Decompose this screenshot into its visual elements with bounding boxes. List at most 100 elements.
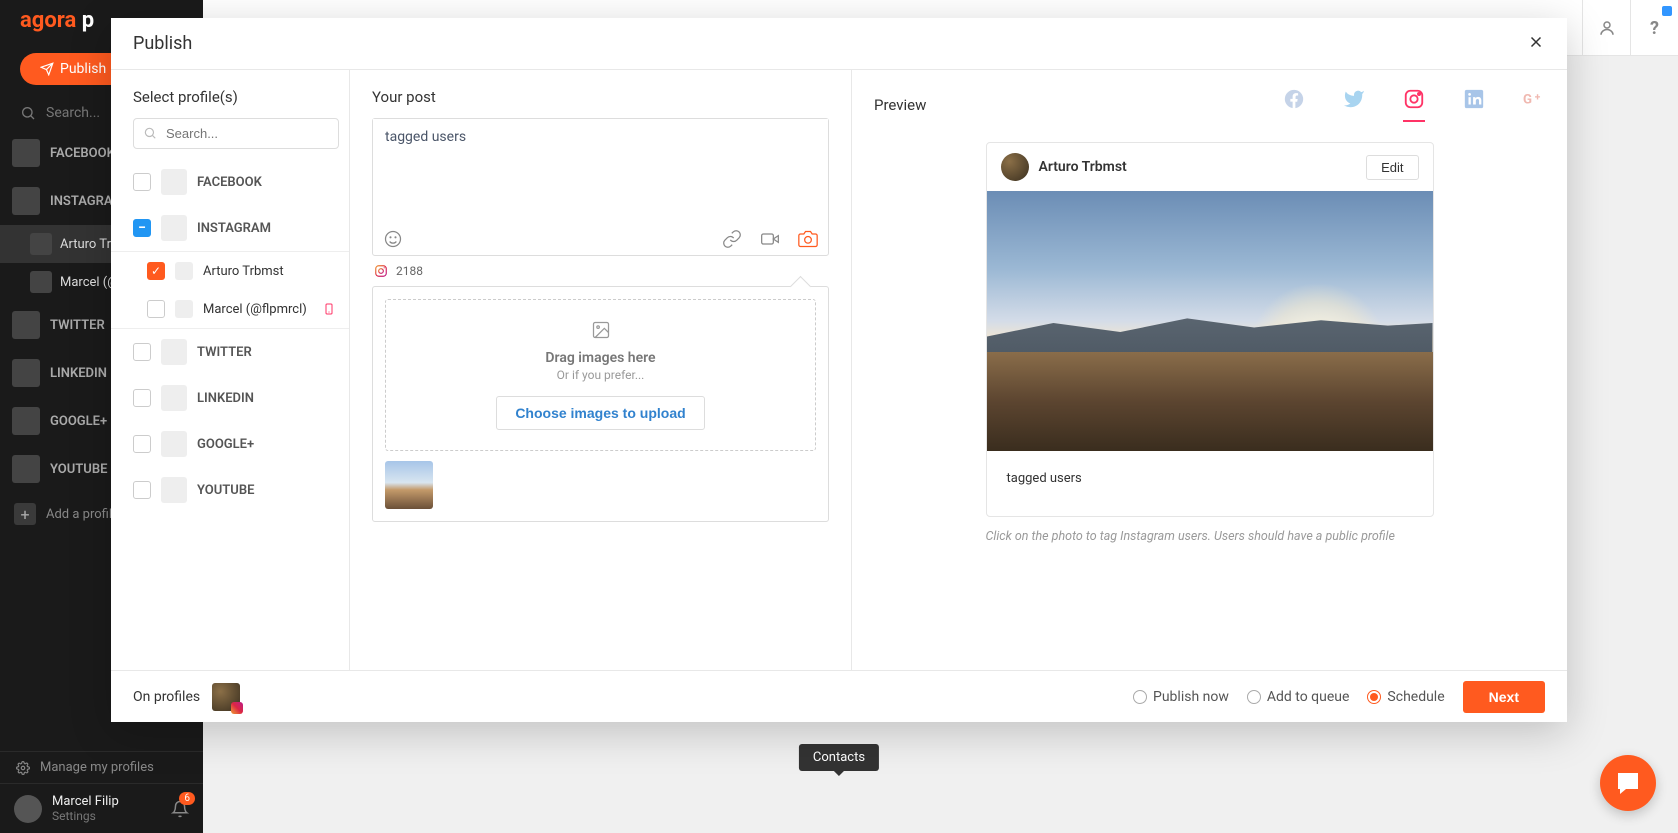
user-info: Marcel Filip Settings bbox=[52, 794, 119, 823]
dropzone[interactable]: Drag images here Or if you prefer... Cho… bbox=[385, 299, 816, 451]
network-icon bbox=[161, 385, 187, 411]
profile-group-linkedin[interactable]: LINKEDIN bbox=[133, 375, 339, 421]
post-textarea[interactable] bbox=[373, 119, 828, 219]
network-avatar bbox=[12, 407, 40, 435]
help-icon: ? bbox=[1650, 18, 1659, 39]
media-panel: Drag images here Or if you prefer... Cho… bbox=[372, 286, 829, 522]
profile-marcel[interactable]: Marcel (@flpmrcl) bbox=[133, 290, 339, 328]
account-menu[interactable] bbox=[1582, 0, 1630, 56]
close-button[interactable] bbox=[1527, 32, 1545, 56]
send-icon bbox=[40, 62, 54, 76]
logo-text-a: agora bbox=[20, 8, 76, 33]
camera-icon[interactable] bbox=[798, 229, 818, 249]
profile-group-instagram[interactable]: INSTAGRAM bbox=[133, 205, 339, 251]
profile-group-label: TWITTER bbox=[197, 345, 252, 360]
svg-text:G: G bbox=[1523, 92, 1532, 107]
logo-text-b: p bbox=[76, 8, 94, 33]
preview-column: Preview G+ Arturo Trbmst Edit bbox=[852, 70, 1567, 670]
edit-button[interactable]: Edit bbox=[1366, 155, 1418, 180]
preview-tab-googleplus[interactable]: G+ bbox=[1523, 88, 1545, 122]
preview-tab-linkedin[interactable] bbox=[1463, 88, 1485, 122]
preview-image[interactable] bbox=[987, 191, 1433, 451]
radio-checked[interactable] bbox=[1367, 690, 1381, 704]
next-button[interactable]: Next bbox=[1463, 681, 1545, 713]
preview-tab-instagram[interactable] bbox=[1403, 88, 1425, 122]
radio[interactable] bbox=[1247, 690, 1261, 704]
instagram-icon bbox=[1403, 88, 1425, 110]
checkbox[interactable] bbox=[133, 435, 151, 453]
checkbox[interactable] bbox=[133, 481, 151, 499]
notifications-button[interactable]: 6 bbox=[171, 800, 189, 818]
profile-group-label: INSTAGRAM bbox=[197, 221, 271, 236]
char-count: 2188 bbox=[396, 264, 423, 278]
on-profiles: On profiles bbox=[133, 683, 240, 711]
profile-arturo[interactable]: Arturo Trbmst bbox=[133, 252, 339, 290]
current-user-avatar bbox=[14, 795, 42, 823]
sidebar-item-label: YOUTUBE bbox=[50, 462, 107, 477]
help-menu[interactable]: ? bbox=[1630, 0, 1678, 56]
chat-launcher[interactable] bbox=[1600, 755, 1656, 811]
option-label: Add to queue bbox=[1267, 689, 1350, 705]
selected-profile-avatar[interactable] bbox=[212, 683, 240, 711]
checkbox[interactable] bbox=[133, 389, 151, 407]
radio[interactable] bbox=[1133, 690, 1147, 704]
profile-search-input[interactable] bbox=[133, 118, 339, 149]
user-account-row[interactable]: Marcel Filip Settings 6 bbox=[0, 783, 203, 833]
profile-group-googleplus[interactable]: GOOGLE+ bbox=[133, 421, 339, 467]
preview-tabs: G+ bbox=[1283, 88, 1545, 122]
emoji-icon[interactable] bbox=[383, 229, 403, 249]
checkbox[interactable] bbox=[133, 343, 151, 361]
profile-group-label: LINKEDIN bbox=[197, 391, 254, 406]
checkbox-partial[interactable] bbox=[133, 219, 151, 237]
network-icon bbox=[161, 431, 187, 457]
chat-icon bbox=[1614, 769, 1642, 797]
dropzone-subtitle: Or if you prefer... bbox=[406, 368, 795, 382]
composer-toolbar bbox=[373, 223, 828, 255]
profile-group-twitter[interactable]: TWITTER bbox=[133, 329, 339, 375]
preview-card: Arturo Trbmst Edit tagged users bbox=[986, 142, 1434, 517]
modal-header: Publish bbox=[111, 18, 1567, 70]
checkbox-checked[interactable] bbox=[147, 262, 165, 280]
sidebar-item-label: FACEBOOK bbox=[50, 146, 115, 161]
sidebar-search-placeholder: Search... bbox=[46, 105, 100, 121]
composer bbox=[372, 118, 829, 256]
profile-group-facebook[interactable]: FACEBOOK bbox=[133, 159, 339, 205]
googleplus-icon: G+ bbox=[1523, 88, 1545, 110]
option-add-to-queue[interactable]: Add to queue bbox=[1247, 689, 1350, 705]
svg-text:+: + bbox=[1535, 90, 1541, 103]
preview-title: Preview bbox=[874, 96, 926, 114]
option-label: Publish now bbox=[1153, 689, 1229, 705]
checkbox[interactable] bbox=[147, 300, 165, 318]
preview-hint: Click on the photo to tag Instagram user… bbox=[986, 529, 1434, 544]
network-icon bbox=[161, 339, 187, 365]
preview-user-avatar bbox=[1001, 153, 1029, 181]
video-icon[interactable] bbox=[760, 229, 780, 249]
option-schedule[interactable]: Schedule bbox=[1367, 689, 1444, 705]
link-icon[interactable] bbox=[722, 229, 742, 249]
char-count-row: 2188 bbox=[372, 256, 829, 286]
network-icon bbox=[161, 477, 187, 503]
search-icon bbox=[143, 126, 157, 140]
post-title: Your post bbox=[372, 88, 829, 106]
publish-button-label: Publish bbox=[60, 61, 106, 77]
network-avatar bbox=[12, 139, 40, 167]
twitter-icon bbox=[1343, 88, 1365, 110]
choose-images-button[interactable]: Choose images to upload bbox=[496, 396, 704, 430]
on-profiles-label: On profiles bbox=[133, 689, 200, 705]
profile-avatar bbox=[175, 300, 193, 318]
preview-tab-facebook[interactable] bbox=[1283, 88, 1305, 122]
network-icon bbox=[161, 169, 187, 195]
uploaded-thumbnail[interactable] bbox=[385, 461, 433, 509]
notification-badge: 6 bbox=[179, 792, 195, 805]
profile-search bbox=[133, 118, 339, 149]
facebook-icon bbox=[1283, 88, 1305, 110]
manage-profiles-link[interactable]: Manage my profiles bbox=[0, 751, 203, 783]
gear-icon bbox=[16, 761, 30, 775]
settings-link: Settings bbox=[52, 809, 119, 823]
sidebar-item-label: GOOGLE+ bbox=[50, 414, 107, 429]
user-avatar bbox=[30, 233, 52, 255]
option-publish-now[interactable]: Publish now bbox=[1133, 689, 1229, 705]
profile-group-youtube[interactable]: YOUTUBE bbox=[133, 467, 339, 513]
preview-tab-twitter[interactable] bbox=[1343, 88, 1365, 122]
checkbox[interactable] bbox=[133, 173, 151, 191]
